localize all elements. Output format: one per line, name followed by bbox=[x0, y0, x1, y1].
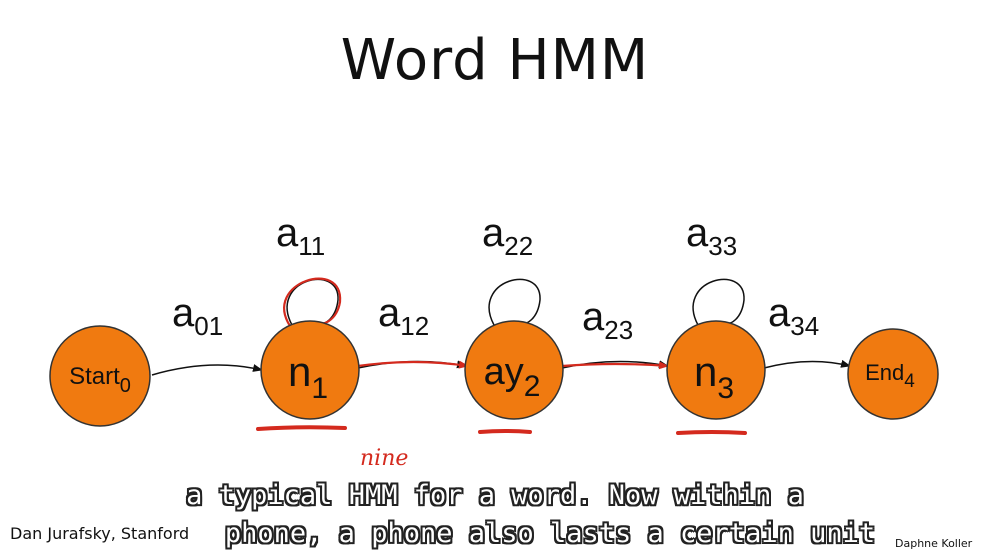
red-ink-arrow-ay2-n3 bbox=[561, 361, 669, 370]
transition-arrow-start-n1 bbox=[151, 364, 263, 376]
self-loop-label-a33: a33 bbox=[686, 211, 737, 261]
transition-label-a01: a01 bbox=[172, 291, 223, 341]
transition-label-a12: a12 bbox=[378, 291, 429, 341]
subtitle-line-1: a typical HMM for a word. Now within a bbox=[186, 480, 804, 511]
self-loop-label-a11: a11 bbox=[276, 211, 325, 261]
self-loop-n3 bbox=[692, 278, 745, 330]
red-ink-self-loop-n1 bbox=[283, 277, 342, 327]
self-loop-ay2 bbox=[488, 278, 541, 330]
red-ink-underline-ay2 bbox=[478, 429, 532, 434]
red-ink-underline-n1 bbox=[256, 425, 347, 431]
transition-label-a23: a23 bbox=[582, 295, 633, 345]
transition-label-a34: a34 bbox=[768, 291, 819, 341]
red-ink-underline-n3 bbox=[676, 430, 747, 435]
self-loop-label-a22: a22 bbox=[482, 211, 533, 261]
transition-arrow-n3-end bbox=[763, 359, 851, 369]
subtitle-line-2: phone, a phone also lasts a certain unit bbox=[224, 518, 876, 549]
handwritten-annotation: nine bbox=[360, 446, 409, 471]
word-hmm-diagram: Start0 n1 ay2 n3 End4 a01 a12 a23 a34 a1… bbox=[49, 211, 939, 435]
